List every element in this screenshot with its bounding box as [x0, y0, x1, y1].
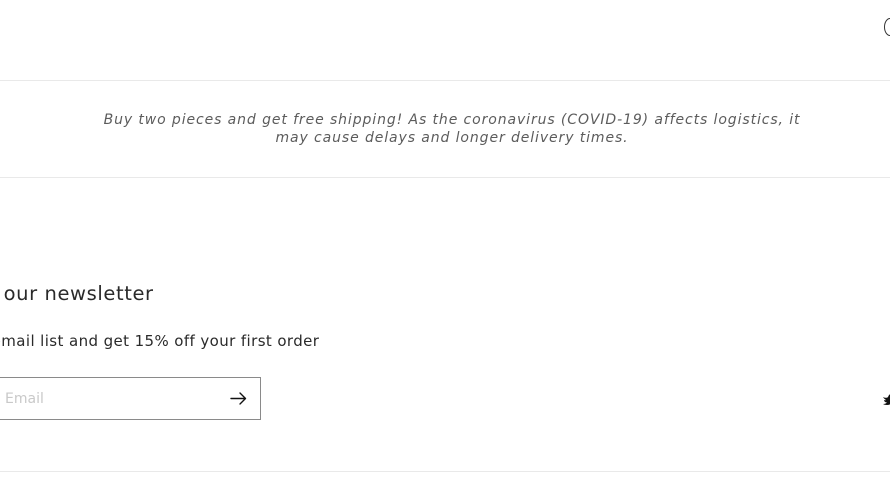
newsletter-form: [0, 377, 261, 420]
newsletter-title: to our newsletter: [0, 282, 154, 305]
arrow-right-icon: [229, 392, 246, 405]
announcement-text: Buy two pieces and get free shipping! As…: [103, 112, 801, 146]
newsletter-subtitle: ur email list and get 15% off your first…: [0, 332, 320, 350]
header: [0, 0, 890, 80]
announcement-bar: Buy two pieces and get free shipping! As…: [0, 81, 890, 177]
subscribe-button[interactable]: [216, 378, 260, 419]
announcement-divider: [0, 177, 890, 178]
twitter-icon[interactable]: [882, 393, 890, 407]
email-field[interactable]: [0, 378, 216, 419]
page: Buy two pieces and get free shipping! As…: [0, 0, 890, 492]
account-icon[interactable]: [884, 18, 890, 36]
footer-divider: [0, 471, 890, 472]
